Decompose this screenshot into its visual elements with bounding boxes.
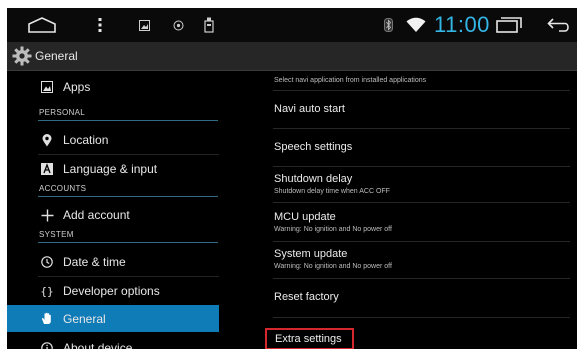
braces-icon: {} [40, 284, 54, 298]
section-header-label: PERSONAL [39, 108, 85, 117]
sidebar-item-date-time[interactable]: Date & time [7, 249, 219, 275]
page-title: General [35, 49, 78, 63]
sidebar-item-label: Apps [63, 80, 91, 94]
setting-title: Navi auto start [274, 103, 345, 115]
usb-icon [202, 8, 216, 42]
sidebar-item-label: Add account [63, 208, 130, 222]
bluetooth-icon [381, 8, 395, 42]
setting-extra-settings[interactable]: Extra settings [275, 333, 570, 346]
setting-shutdown-delay[interactable]: Shutdown delay Shutdown delay time when … [274, 173, 569, 196]
divider [273, 166, 570, 167]
divider [273, 128, 570, 129]
section-header-label: ACCOUNTS [39, 184, 87, 193]
general-settings-list: Select navi application from installed a… [219, 71, 577, 349]
divider [273, 202, 570, 203]
status-bar: 11:00 [7, 8, 577, 42]
divider [38, 276, 219, 277]
device-screen: 11:00 General Apps PERSONAL Location Lan… [7, 8, 577, 349]
language-icon [40, 162, 54, 176]
setting-subtitle: Warning: No ignition and No power off [274, 263, 392, 270]
setting-title: Extra settings [275, 333, 342, 345]
sidebar-item-label: Location [63, 133, 109, 147]
setting-title: MCU update [274, 211, 336, 223]
setting-subtitle: Shutdown delay time when ACC OFF [274, 188, 390, 195]
divider [38, 154, 219, 155]
status-clock: 11:00 [434, 12, 490, 37]
divider [273, 90, 570, 91]
settings-sidebar: Apps PERSONAL Location Language & input … [7, 71, 219, 349]
clock-icon [40, 255, 54, 269]
sidebar-item-location[interactable]: Location [7, 127, 219, 153]
settings-gear-icon[interactable] [12, 46, 32, 66]
setting-speech-settings[interactable]: Speech settings [274, 141, 569, 154]
plus-icon [40, 208, 54, 222]
sidebar-item-developer-options[interactable]: {} Developer options [7, 278, 219, 304]
section-header-personal: PERSONAL [38, 100, 218, 121]
action-bar: General [7, 42, 577, 71]
setting-subtitle: Select navi application from installed a… [274, 77, 427, 84]
setting-subtitle: Warning: No ignition and No power off [274, 226, 392, 233]
location-pin-icon [40, 133, 54, 147]
recent-apps-icon[interactable] [493, 8, 525, 42]
sidebar-item-label: About device [63, 341, 133, 349]
sidebar-item-apps[interactable]: Apps [7, 74, 219, 100]
setting-reset-factory[interactable]: Reset factory [274, 291, 569, 304]
wifi-icon [404, 8, 428, 42]
media-icon [171, 8, 185, 42]
section-header-accounts: ACCOUNTS [38, 176, 218, 197]
sidebar-item-about-device[interactable]: About device [7, 335, 219, 349]
navi-app-select-item[interactable]: Select navi application from installed a… [274, 75, 569, 85]
divider [273, 278, 570, 279]
sidebar-item-label: Developer options [63, 284, 160, 298]
setting-system-update[interactable]: System update Warning: No ignition and N… [274, 248, 569, 271]
setting-title: Reset factory [274, 291, 339, 303]
section-header-system: SYSTEM [38, 222, 218, 243]
divider [273, 317, 570, 318]
section-header-label: SYSTEM [39, 230, 74, 239]
sidebar-item-general[interactable]: General [7, 305, 219, 332]
setting-title: System update [274, 248, 348, 260]
sidebar-item-label: General [63, 311, 106, 326]
divider [273, 241, 570, 242]
apps-icon [40, 80, 54, 94]
setting-navi-auto-start[interactable]: Navi auto start [274, 103, 569, 116]
info-icon [40, 341, 54, 349]
setting-title: Shutdown delay [274, 173, 353, 185]
sidebar-item-label: Date & time [63, 255, 126, 269]
home-icon[interactable] [25, 8, 59, 42]
gallery-icon [137, 8, 151, 42]
back-icon[interactable] [545, 8, 573, 42]
menu-icon[interactable] [93, 8, 107, 42]
hand-icon [40, 312, 54, 326]
sidebar-item-label: Language & input [63, 162, 158, 176]
setting-mcu-update[interactable]: MCU update Warning: No ignition and No p… [274, 211, 569, 234]
setting-title: Speech settings [274, 141, 353, 153]
